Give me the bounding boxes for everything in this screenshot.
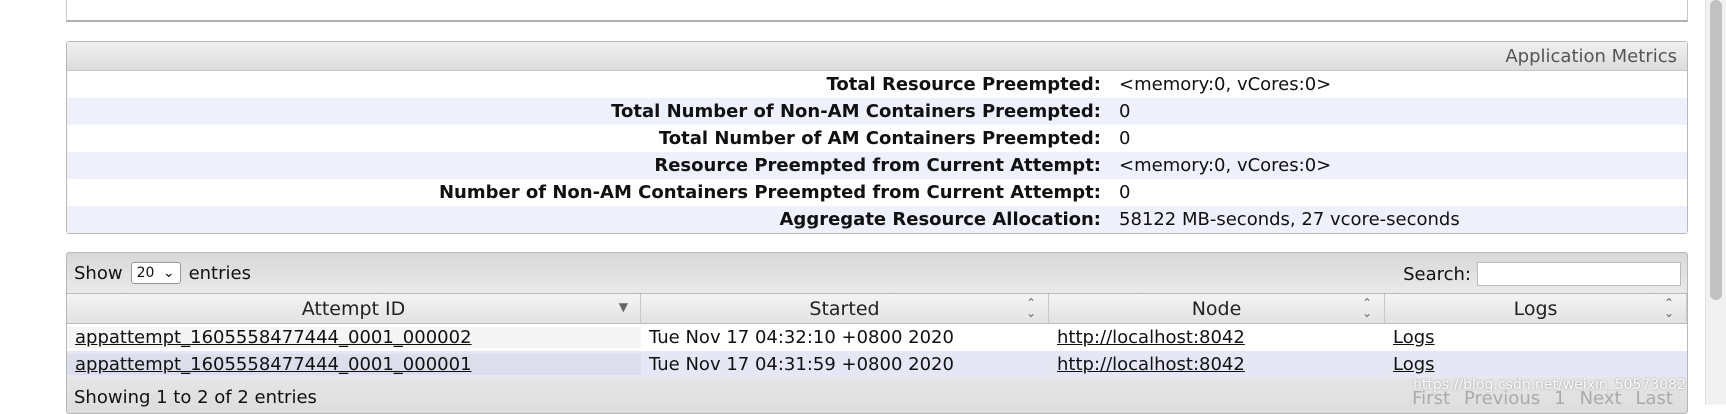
entries-label: entries [188, 262, 251, 284]
sort-both-icon: ⌃ ⌄ [1663, 296, 1674, 320]
metric-value: 0 [1119, 182, 1131, 203]
column-label: Started [809, 297, 880, 320]
column-label: Node [1191, 297, 1242, 320]
metric-row: Resource Preempted from Current Attempt:… [67, 152, 1687, 179]
metric-label: Resource Preempted from Current Attempt: [654, 155, 1101, 176]
node-cell: http://localhost:8042 [1049, 354, 1385, 375]
vertical-scrollbar[interactable] [1705, 0, 1726, 405]
logs-link[interactable]: Logs [1393, 327, 1435, 348]
search-input[interactable] [1477, 262, 1681, 286]
search-label: Search: [1403, 263, 1471, 285]
sort-desc-icon: ▼ [618, 300, 628, 314]
logs-cell: Logs [1385, 354, 1687, 375]
application-metrics-panel: Application Metrics Total Resource Preem… [66, 41, 1688, 234]
metric-label: Total Number of AM Containers Preempted: [658, 128, 1101, 149]
node-cell: http://localhost:8042 [1049, 327, 1385, 348]
table-row: appattempt_1605558477444_0001_000001 Tue… [67, 351, 1687, 378]
page-size-value: 20 [136, 265, 155, 281]
metric-value: <memory:0, vCores:0> [1119, 74, 1332, 95]
metric-row: Total Resource Preempted: <memory:0, vCo… [67, 71, 1687, 98]
attempt-id-cell: appattempt_1605558477444_0001_000002 [67, 327, 641, 348]
column-header-started[interactable]: Started ⌃ ⌄ [641, 294, 1049, 323]
logs-cell: Logs [1385, 327, 1687, 348]
previous-panel-bottom [66, 0, 1688, 22]
metric-label: Total Resource Preempted: [826, 74, 1101, 95]
show-label: Show [74, 262, 123, 284]
column-label: Attempt ID [301, 297, 406, 320]
metric-row: Aggregate Resource Allocation: 58122 MB-… [67, 206, 1687, 233]
table-header: Attempt ID ▼ Started ⌃ ⌄ Node ⌃ ⌄ Logs ⌃ ⌄ [67, 293, 1687, 324]
attempt-id-link[interactable]: appattempt_1605558477444_0001_000001 [75, 354, 472, 375]
sort-both-icon: ⌃ ⌄ [1361, 296, 1372, 320]
metric-label: Number of Non-AM Containers Preempted fr… [438, 182, 1101, 203]
metric-row: Number of Non-AM Containers Preempted fr… [67, 179, 1687, 206]
page-size-control: Show 20 ⌄ entries [74, 262, 251, 284]
column-header-logs[interactable]: Logs ⌃ ⌄ [1385, 294, 1687, 323]
metric-value: 0 [1119, 128, 1131, 149]
metric-value: <memory:0, vCores:0> [1119, 155, 1332, 176]
logs-link[interactable]: Logs [1393, 354, 1435, 375]
column-header-node[interactable]: Node ⌃ ⌄ [1049, 294, 1385, 323]
column-header-attempt-id[interactable]: Attempt ID ▼ [67, 294, 641, 323]
attempt-id-cell: appattempt_1605558477444_0001_000001 [67, 354, 641, 375]
search-control: Search: [1403, 262, 1681, 286]
metric-value: 58122 MB-seconds, 27 vcore-seconds [1119, 209, 1460, 230]
metric-label: Total Number of Non-AM Containers Preemp… [611, 101, 1101, 122]
started-cell: Tue Nov 17 04:32:10 +0800 2020 [649, 327, 954, 348]
metrics-title: Application Metrics [1505, 46, 1677, 67]
sort-both-icon: ⌃ ⌄ [1025, 296, 1036, 320]
metric-label: Aggregate Resource Allocation: [779, 209, 1102, 230]
table-row: appattempt_1605558477444_0001_000002 Tue… [67, 324, 1687, 351]
page-size-select[interactable]: 20 ⌄ [130, 262, 181, 284]
column-label: Logs [1513, 297, 1558, 320]
watermark: https://blog.csdn.net/weixin_50573082 [1412, 377, 1686, 393]
metrics-header: Application Metrics [67, 42, 1687, 71]
scrollbar-thumb[interactable] [1710, 0, 1722, 300]
metric-row: Total Number of AM Containers Preempted:… [67, 125, 1687, 152]
metric-value: 0 [1119, 101, 1131, 122]
node-link[interactable]: http://localhost:8042 [1057, 354, 1245, 375]
started-cell: Tue Nov 17 04:31:59 +0800 2020 [649, 354, 954, 375]
node-link[interactable]: http://localhost:8042 [1057, 327, 1245, 348]
chevron-down-icon: ⌄ [162, 265, 175, 281]
table-toolbar: Show 20 ⌄ entries Search: [67, 253, 1687, 293]
attempt-id-link[interactable]: appattempt_1605558477444_0001_000002 [75, 327, 472, 348]
metric-row: Total Number of Non-AM Containers Preemp… [67, 98, 1687, 125]
